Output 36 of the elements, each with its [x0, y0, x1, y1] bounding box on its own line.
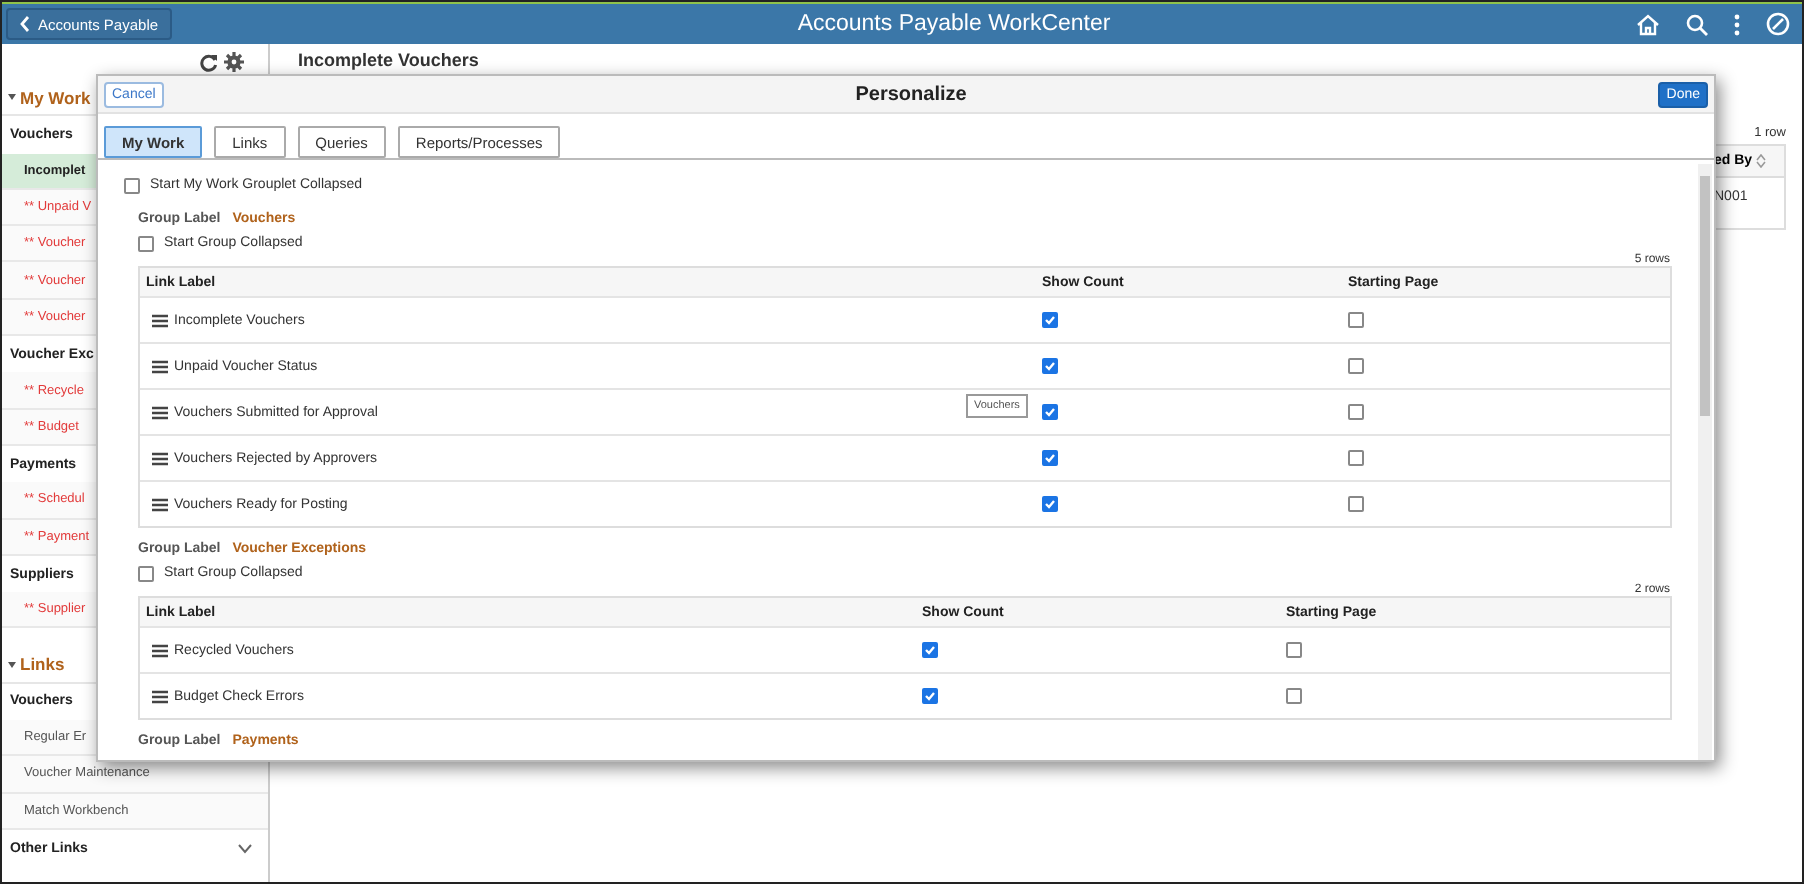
checkbox[interactable]: [922, 688, 938, 704]
checkbox[interactable]: [1286, 642, 1302, 658]
drag-handle-icon[interactable]: [152, 643, 168, 657]
checkbox[interactable]: [1348, 496, 1364, 512]
home-icon[interactable]: [1636, 13, 1660, 35]
checkbox[interactable]: [922, 642, 938, 658]
checkbox[interactable]: [1042, 312, 1058, 328]
checkbox[interactable]: [1348, 358, 1364, 374]
more-options-icon[interactable]: [1734, 13, 1740, 35]
checkbox[interactable]: [1042, 450, 1058, 466]
drag-handle-icon[interactable]: [152, 405, 168, 419]
gear-icon[interactable]: [224, 52, 244, 72]
drag-handle-icon[interactable]: [152, 359, 168, 373]
page-heading: Incomplete Vouchers: [298, 50, 481, 70]
page-title: Accounts Payable WorkCenter: [795, 12, 1113, 36]
chevron-left-icon: [20, 16, 30, 32]
drag-handle-icon[interactable]: [152, 497, 168, 511]
drag-handle-icon[interactable]: [152, 451, 168, 465]
checkbox[interactable]: [1042, 358, 1058, 374]
checkbox[interactable]: [138, 565, 154, 581]
checkbox[interactable]: [1348, 312, 1364, 328]
checkbox[interactable]: [1286, 688, 1302, 704]
chevron-icon[interactable]: [238, 843, 252, 854]
checkbox[interactable]: [124, 177, 140, 193]
checkbox[interactable]: [1042, 404, 1058, 420]
checkbox[interactable]: [138, 235, 154, 251]
drag-handle-icon[interactable]: [152, 313, 168, 327]
search-icon[interactable]: [1686, 13, 1708, 35]
checkbox[interactable]: [1042, 496, 1058, 512]
refresh-icon[interactable]: [200, 53, 218, 71]
checkbox[interactable]: [1348, 450, 1364, 466]
sort-icon[interactable]: [1756, 154, 1767, 168]
scrollbar[interactable]: [1698, 164, 1712, 760]
checkbox[interactable]: [1348, 404, 1364, 420]
dialog-title: Personalize: [855, 83, 967, 105]
drag-handle-icon[interactable]: [152, 689, 168, 703]
